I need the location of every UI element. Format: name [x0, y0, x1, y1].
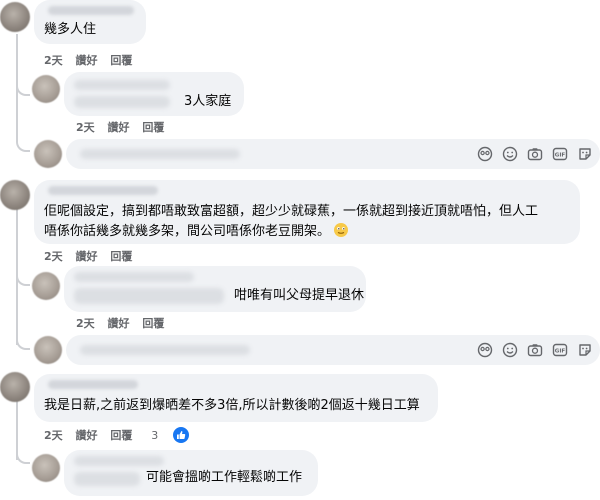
reply-bubble: 可能會搵啲工作輕鬆啲工作: [64, 450, 318, 496]
reply-actions: 2天 讚好 回覆: [76, 315, 173, 331]
like-button[interactable]: 讚好: [108, 315, 130, 331]
comment-age[interactable]: 2天: [44, 52, 63, 68]
reply-button[interactable]: 回覆: [110, 52, 132, 68]
reply-age[interactable]: 2天: [76, 119, 95, 135]
current-user-avatar: [34, 336, 62, 364]
comment-bubble: 我是日薪,之前返到爆晒差不多3倍,所以計數後啲2個返十幾日工算: [34, 374, 438, 422]
comment-age[interactable]: 2天: [44, 427, 63, 443]
avatar[interactable]: [0, 180, 30, 210]
mentioned-name-blurred[interactable]: [74, 472, 140, 486]
reply-button[interactable]: 回覆: [142, 119, 164, 135]
like-button[interactable]: 讚好: [108, 119, 130, 135]
reply-text: 3人家庭: [184, 94, 232, 109]
camera-icon[interactable]: [526, 145, 544, 163]
reply-input[interactable]: GIF: [66, 335, 600, 365]
comment-bubble: 幾多人住: [34, 0, 146, 44]
like-button[interactable]: 讚好: [76, 248, 98, 264]
avatar-sticker-icon[interactable]: [576, 145, 594, 163]
commenter-name-blurred[interactable]: [74, 272, 194, 282]
avatar[interactable]: [32, 75, 60, 103]
face-emoji-icon: [334, 223, 349, 237]
thread-connector: [16, 70, 30, 96]
reply-button[interactable]: 回覆: [110, 248, 132, 264]
avatar[interactable]: [32, 454, 60, 482]
sticker-icon[interactable]: [476, 145, 494, 163]
reply-input[interactable]: GIF: [66, 139, 600, 169]
current-user-avatar: [34, 140, 62, 168]
reply-age[interactable]: 2天: [76, 315, 95, 331]
thread-connector: [16, 270, 30, 286]
reply-text: 可能會搵啲工作輕鬆啲工作: [146, 470, 303, 485]
like-button[interactable]: 讚好: [76, 52, 98, 68]
svg-text:GIF: GIF: [555, 153, 566, 159]
camera-icon[interactable]: [526, 341, 544, 359]
thread-connector: [16, 440, 30, 464]
comment-actions: 2天 讚好 回覆: [44, 248, 141, 264]
reply-button[interactable]: 回覆: [142, 315, 164, 331]
gif-icon[interactable]: GIF: [551, 341, 569, 359]
comment-text: 我是日薪,之前返到爆晒差不多3倍,所以計數後啲2個返十幾日工算: [44, 398, 420, 413]
reaction-summary[interactable]: 3: [151, 427, 198, 443]
avatar[interactable]: [0, 2, 30, 32]
commenter-name-blurred[interactable]: [48, 6, 134, 15]
comment-actions: 2天 讚好 回覆: [44, 52, 141, 68]
comment-text-line-1: 佢呢個設定，搞到都唔敢致富超額，超少少就碌蕉，一係就超到接近頂就唔怕，但人工: [44, 204, 539, 219]
comment-text-line-2: 唔係你話幾多就幾多架，間公司唔係你老豆開架。: [44, 222, 349, 242]
avatar[interactable]: [32, 272, 60, 300]
reaction-count: 3: [151, 429, 159, 442]
commenter-name-blurred[interactable]: [74, 80, 170, 90]
reply-placeholder-blurred: [80, 149, 240, 159]
reply-input-tools: GIF: [476, 341, 594, 359]
thumbs-up-icon: [173, 427, 190, 443]
reply-button[interactable]: 回覆: [110, 427, 132, 443]
commenter-name-blurred[interactable]: [48, 186, 158, 195]
commenter-name-blurred[interactable]: [48, 380, 138, 389]
comment-text: 幾多人住: [44, 22, 97, 37]
thread-connector: [16, 130, 30, 152]
comment-actions: 2天 讚好 回覆 3: [44, 427, 207, 443]
mentioned-name-blurred[interactable]: [74, 96, 170, 108]
mentioned-name-blurred[interactable]: [74, 288, 224, 304]
reply-input-tools: GIF: [476, 145, 594, 163]
emoji-icon[interactable]: [501, 145, 519, 163]
reply-actions: 2天 讚好 回覆: [76, 119, 173, 135]
reply-bubble: 3人家庭: [64, 72, 244, 116]
reply-placeholder-blurred: [80, 345, 250, 355]
sticker-icon[interactable]: [476, 341, 494, 359]
avatar[interactable]: [0, 372, 30, 402]
emoji-icon[interactable]: [501, 341, 519, 359]
comment-bubble: 佢呢個設定，搞到都唔敢致富超額，超少少就碌蕉，一係就超到接近頂就唔怕，但人工 唔…: [34, 180, 580, 244]
like-button[interactable]: 讚好: [76, 427, 98, 443]
comment-age[interactable]: 2天: [44, 248, 63, 264]
svg-text:GIF: GIF: [555, 349, 566, 355]
reply-bubble: 咁唯有叫父母提早退休: [64, 266, 366, 312]
reply-text: 咁唯有叫父母提早退休: [234, 288, 365, 303]
gif-icon[interactable]: GIF: [551, 145, 569, 163]
commenter-name-blurred[interactable]: [74, 456, 164, 466]
comment-text-line-2-content: 唔係你話幾多就幾多架，間公司唔係你老豆開架。: [44, 224, 331, 239]
thread-connector: [16, 330, 30, 350]
avatar-sticker-icon[interactable]: [576, 341, 594, 359]
